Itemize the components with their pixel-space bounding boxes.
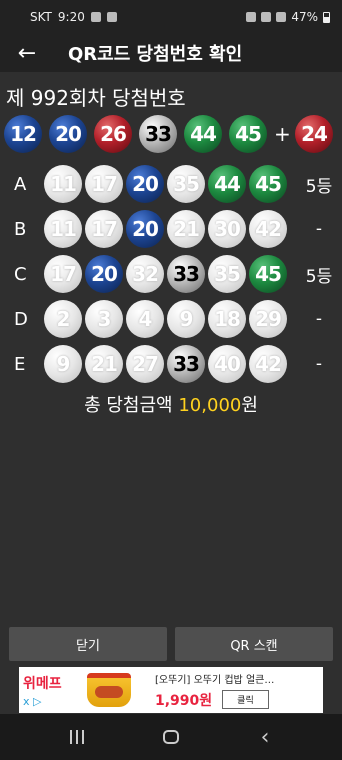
ad-brand: 위메프 x ▷ [19,673,79,708]
game-ball: 2 [44,300,82,338]
game-ball: 17 [85,165,123,203]
game-row: D 2 3 4 9 18 29 - [0,299,342,339]
game-label: C [14,263,27,285]
game-ball: 40 [208,345,246,383]
game-ball: 11 [44,165,82,203]
game-ball: 33 [167,345,205,383]
game-ball: 17 [85,210,123,248]
game-result: 5등 [305,176,333,197]
ad-text: [오뚜기] 오뚜기 컵밥 얼큰… 1,990원 클릭 [155,671,323,710]
adchoices-icon[interactable]: x ▷ [23,695,79,708]
notification-icon [90,12,101,22]
game-ball: 29 [249,300,287,338]
battery-icon [323,11,330,23]
game-label: D [14,308,28,330]
close-button[interactable]: 닫기 [9,627,167,661]
arrow-left-icon: ← [17,40,37,66]
game-ball: 35 [167,165,205,203]
ad-title: [오뚜기] 오뚜기 컵밥 얼큰… [155,674,275,686]
game-ball: 9 [167,300,205,338]
plus-sign: + [274,122,291,146]
game-ball: 18 [208,300,246,338]
page-title: QR코드 당첨번호 확인 [68,44,243,65]
game-row: A 11 17 20 35 44 45 5등 [0,164,342,204]
system-navbar: ‹ [0,714,342,760]
draw-title: 제 992회차 당첨번호 [6,86,186,110]
game-row: C 17 20 32 33 35 45 5등 [0,254,342,294]
carrier-label: SKT [30,10,52,24]
game-ball: 20 [85,255,123,293]
app-notification-icon [106,12,117,22]
game-ball: 21 [85,345,123,383]
game-ball: 44 [208,165,246,203]
alarm-icon [246,12,257,22]
status-bar: SKT 9:20 47% [0,0,342,34]
winning-ball: 20 [49,115,87,153]
game-ball: 45 [249,165,287,203]
game-result: - [315,219,323,239]
total-prize-amount: 10,000 [178,395,242,416]
ad-product-image [79,669,139,711]
ad-banner[interactable]: 위메프 x ▷ [오뚜기] 오뚜기 컵밥 얼큰… 1,990원 클릭 [19,667,323,713]
game-ball: 4 [126,300,164,338]
clock: 9:20 [57,10,85,24]
game-ball: 20 [126,210,164,248]
back-chevron-icon[interactable]: ‹ [245,722,285,752]
signal-icon [276,12,287,22]
winning-ball: 44 [184,115,222,153]
ad-click-button[interactable]: 클릭 [222,690,269,709]
game-ball: 42 [249,210,287,248]
game-ball: 30 [208,210,246,248]
game-label: B [14,218,27,240]
game-ball: 3 [85,300,123,338]
game-ball: 33 [167,255,205,293]
app-bar: ← QR코드 당첨번호 확인 [0,34,342,72]
game-ball: 42 [249,345,287,383]
game-label: A [14,173,27,195]
winning-ball: 12 [4,115,42,153]
game-ball: 11 [44,210,82,248]
ad-price: 1,990원 [155,692,213,709]
game-ball: 35 [208,255,246,293]
qr-scan-button[interactable]: QR 스캔 [175,627,333,661]
winning-ball: 26 [94,115,132,153]
recents-icon[interactable] [57,722,97,752]
game-ball: 45 [249,255,287,293]
game-ball: 9 [44,345,82,383]
winning-ball: 33 [139,115,177,153]
game-row: E 9 21 27 33 40 42 - [0,344,342,384]
total-prize-unit: 원 [241,395,258,416]
home-icon[interactable] [151,722,191,752]
game-result: 5등 [305,266,333,287]
bonus-ball: 24 [295,115,333,153]
game-row: B 11 17 20 21 30 42 - [0,209,342,249]
game-ball: 17 [44,255,82,293]
game-ball: 21 [167,210,205,248]
mute-icon [261,12,272,22]
ad-brand-name: 위메프 [23,675,62,692]
game-result: - [315,354,323,374]
winning-ball: 45 [229,115,267,153]
winning-numbers-row: 12 20 26 33 44 45 + 24 [4,115,333,153]
total-prize: 총 당첨금액 10,000원 [0,391,342,417]
game-result: - [315,309,323,329]
game-ball: 20 [126,165,164,203]
game-label: E [14,353,26,375]
battery-level: 47% [291,10,318,24]
game-ball: 27 [126,345,164,383]
total-prize-label: 총 당첨금액 [84,395,173,416]
game-ball: 32 [126,255,164,293]
back-button[interactable]: ← [0,34,54,72]
